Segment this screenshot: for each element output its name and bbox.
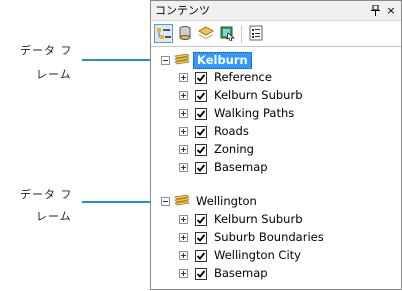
expand-icon[interactable] [179,91,188,100]
layer-label: Kelburn Suburb [214,212,303,226]
layer-checkbox[interactable] [195,162,207,174]
list-by-selection-icon[interactable] [218,24,237,43]
layer-label: Basemap [214,160,268,174]
list-by-source-icon[interactable] [176,24,195,43]
panel-titlebar[interactable]: コンテンツ × [151,1,401,21]
layer-checkbox[interactable] [195,268,207,280]
layer-label: Suburb Boundaries [214,230,324,244]
layer-row[interactable]: Reference [151,69,401,87]
panel-title: コンテンツ [155,4,210,17]
expand-icon[interactable] [179,73,188,82]
layer-checkbox[interactable] [195,144,207,156]
layer-row[interactable]: Basemap [151,265,401,283]
layer-row[interactable]: Suburb Boundaries [151,229,401,247]
pin-icon[interactable] [369,1,381,21]
callout-label-1-line1: データ フ [20,44,73,57]
layer-row[interactable]: Walking Paths [151,105,401,123]
expand-icon[interactable] [179,163,188,172]
data-frame-label[interactable]: Kelburn [193,52,252,69]
expand-icon[interactable] [179,109,188,118]
close-icon[interactable]: × [385,1,397,21]
data-frame-icon [174,194,190,211]
toolbar-separator [241,25,242,43]
list-by-drawing-order-icon[interactable] [154,24,173,43]
data-frame-icon [174,53,190,70]
expand-icon[interactable] [179,215,188,224]
expand-icon[interactable] [179,251,188,260]
layer-checkbox[interactable] [195,72,207,84]
expand-icon[interactable] [179,269,188,278]
expand-icon[interactable] [179,233,188,242]
data-frame-row-kelburn[interactable]: Kelburn [151,52,401,70]
expand-icon[interactable] [179,145,188,154]
layer-checkbox[interactable] [195,214,207,226]
contents-panel: コンテンツ × Kelburn Reference Kelburn Suburb… [150,0,402,290]
layer-tree: Kelburn Reference Kelburn Suburb Walking… [151,47,401,289]
layer-label: Basemap [214,266,268,280]
callout-label-1-line2: レーム [36,68,72,81]
layer-label: Walking Paths [214,106,295,120]
data-frame-label[interactable]: Wellington [196,194,257,208]
layer-label: Zoning [214,142,254,156]
collapse-icon[interactable] [161,197,170,206]
layer-label: Kelburn Suburb [214,88,303,102]
layer-row[interactable]: Roads [151,123,401,141]
layer-checkbox[interactable] [195,108,207,120]
contents-toolbar [151,21,401,47]
list-by-visibility-icon[interactable] [197,24,216,43]
expand-icon[interactable] [179,127,188,136]
layer-row[interactable]: Basemap [151,159,401,177]
options-icon[interactable] [247,24,266,43]
layer-row[interactable]: Kelburn Suburb [151,211,401,229]
callout-label-2-line1: データ フ [20,188,73,201]
layer-checkbox[interactable] [195,250,207,262]
layer-checkbox[interactable] [195,126,207,138]
layer-checkbox[interactable] [195,232,207,244]
layer-label: Reference [214,70,272,84]
layer-checkbox[interactable] [195,90,207,102]
layer-label: Roads [214,124,249,138]
layer-label: Wellington City [214,248,301,262]
callout-label-2-line2: レーム [36,210,72,223]
layer-row[interactable]: Kelburn Suburb [151,87,401,105]
layer-row[interactable]: Wellington City [151,247,401,265]
layer-row[interactable]: Zoning [151,141,401,159]
collapse-icon[interactable] [161,56,170,65]
data-frame-row-wellington[interactable]: Wellington [151,193,401,211]
